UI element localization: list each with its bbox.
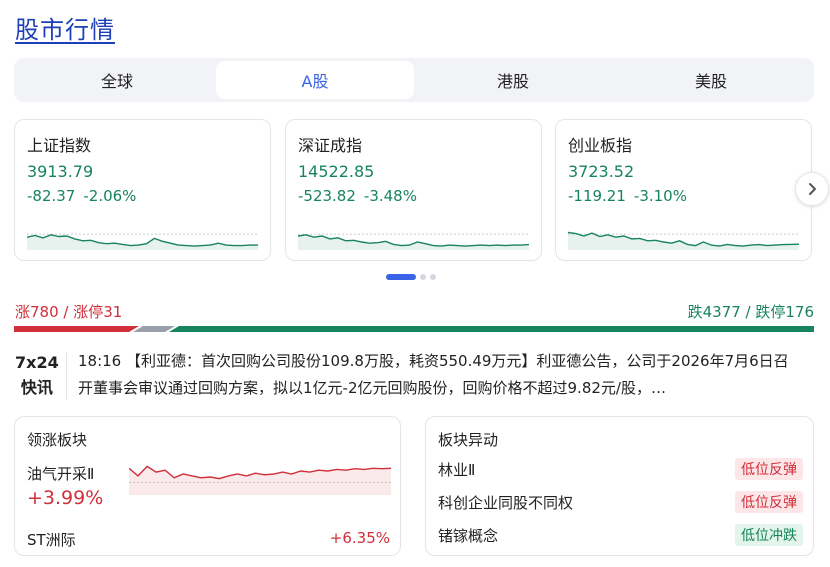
leading-stock-name[interactable]: ST洲际 xyxy=(27,529,76,550)
leading-sector-name: 油气开采Ⅱ xyxy=(27,465,95,483)
sector-alert-name: 科创企业同股不同权 xyxy=(438,493,574,512)
tab-a-share[interactable]: A股 xyxy=(216,61,414,99)
carousel-indicator xyxy=(386,274,436,280)
index-change: -82.37 xyxy=(27,187,76,205)
flash-news-text[interactable]: 18:16 【利亚德：首次回购公司股份109.8万股，耗资550.49万元】利亚… xyxy=(78,348,803,402)
index-card-shanghai[interactable]: 上证指数 3913.79 -82.37 -2.06% xyxy=(14,119,271,261)
tab-global[interactable]: 全球 xyxy=(18,61,216,99)
leading-sector-pct: +3.99% xyxy=(27,487,104,509)
index-change-pct: -2.06% xyxy=(83,187,137,205)
index-change-row: -119.21 -3.10% xyxy=(568,187,687,205)
index-name: 创业板指 xyxy=(568,136,633,155)
flash-label: 快讯 xyxy=(20,378,53,397)
leading-stock-pct: +6.35% xyxy=(329,529,390,547)
flash-badge: 7x24 快讯 xyxy=(15,350,59,400)
breadth-flat-segment xyxy=(133,326,175,332)
sparkline-area xyxy=(568,232,799,250)
sector-alerts-panel: 板块异动 林业Ⅱ 低位反弹 科创企业同股不同权 低位反弹 锗镓概念 低位冲跌 xyxy=(425,416,814,556)
sector-alert-tag: 低位反弹 xyxy=(735,491,803,513)
index-change-row: -523.82 -3.48% xyxy=(298,187,417,205)
index-change-row: -82.37 -2.06% xyxy=(27,187,136,205)
decliners-count: 跌4377 / 跌停176 xyxy=(687,303,814,321)
sector-alert-tag: 低位冲跌 xyxy=(735,524,803,546)
index-change-pct: -3.10% xyxy=(633,187,687,205)
sector-alert-row[interactable]: 科创企业同股不同权 低位反弹 xyxy=(438,490,803,514)
tab-hk[interactable]: 港股 xyxy=(414,61,612,99)
index-name: 深证成指 xyxy=(298,136,363,155)
index-change-pct: -3.48% xyxy=(363,187,417,205)
index-value: 3723.52 xyxy=(568,162,635,181)
sector-alerts-title: 板块异动 xyxy=(438,431,499,449)
index-sparkline xyxy=(298,233,529,250)
index-value: 14522.85 xyxy=(298,162,375,181)
advancers-count: 涨780 / 涨停31 xyxy=(15,303,123,321)
market-tabs: 全球 A股 港股 美股 xyxy=(14,58,814,102)
index-cards: 上证指数 3913.79 -82.37 -2.06% 深证成指 14522.85 … xyxy=(14,119,814,261)
sector-alert-tag: 低位反弹 xyxy=(735,458,803,480)
sector-alert-name: 锗镓概念 xyxy=(438,526,499,545)
sparkline-area xyxy=(27,234,258,250)
tab-us[interactable]: 美股 xyxy=(612,61,810,99)
sparkline-area xyxy=(129,466,391,495)
flash-date: 7x24 xyxy=(15,353,59,372)
index-sparkline xyxy=(27,233,258,250)
sector-alert-row[interactable]: 锗镓概念 低位冲跌 xyxy=(438,523,803,547)
leading-sector-sparkline xyxy=(129,465,391,495)
sector-alert-name: 林业Ⅱ xyxy=(438,460,476,479)
sector-alert-row[interactable]: 林业Ⅱ 低位反弹 xyxy=(438,457,803,481)
index-value: 3913.79 xyxy=(27,162,94,181)
carousel-next-button[interactable] xyxy=(795,172,829,206)
sparkline-area xyxy=(298,234,529,250)
leading-sector-title: 领涨板块 xyxy=(27,431,88,449)
leading-sector-panel[interactable]: 领涨板块 油气开采Ⅱ +3.99% ST洲际 +6.35% xyxy=(14,416,401,556)
index-change: -523.82 xyxy=(298,187,356,205)
carousel-dot-active[interactable] xyxy=(386,274,416,280)
chevron-right-icon xyxy=(809,183,816,195)
index-sparkline xyxy=(568,231,799,250)
page-title[interactable]: 股市行情 xyxy=(15,10,115,45)
carousel-dot[interactable] xyxy=(430,274,436,280)
index-name: 上证指数 xyxy=(27,136,92,155)
index-change: -119.21 xyxy=(568,187,626,205)
flash-divider xyxy=(66,352,67,400)
breadth-down-segment xyxy=(169,326,814,332)
carousel-dot[interactable] xyxy=(420,274,426,280)
index-card-chinext[interactable]: 创业板指 3723.52 -119.21 -3.10% xyxy=(555,119,812,261)
market-breadth-bar xyxy=(14,326,814,332)
breadth-up-segment xyxy=(14,326,139,332)
index-card-shenzhen[interactable]: 深证成指 14522.85 -523.82 -3.48% xyxy=(285,119,542,261)
